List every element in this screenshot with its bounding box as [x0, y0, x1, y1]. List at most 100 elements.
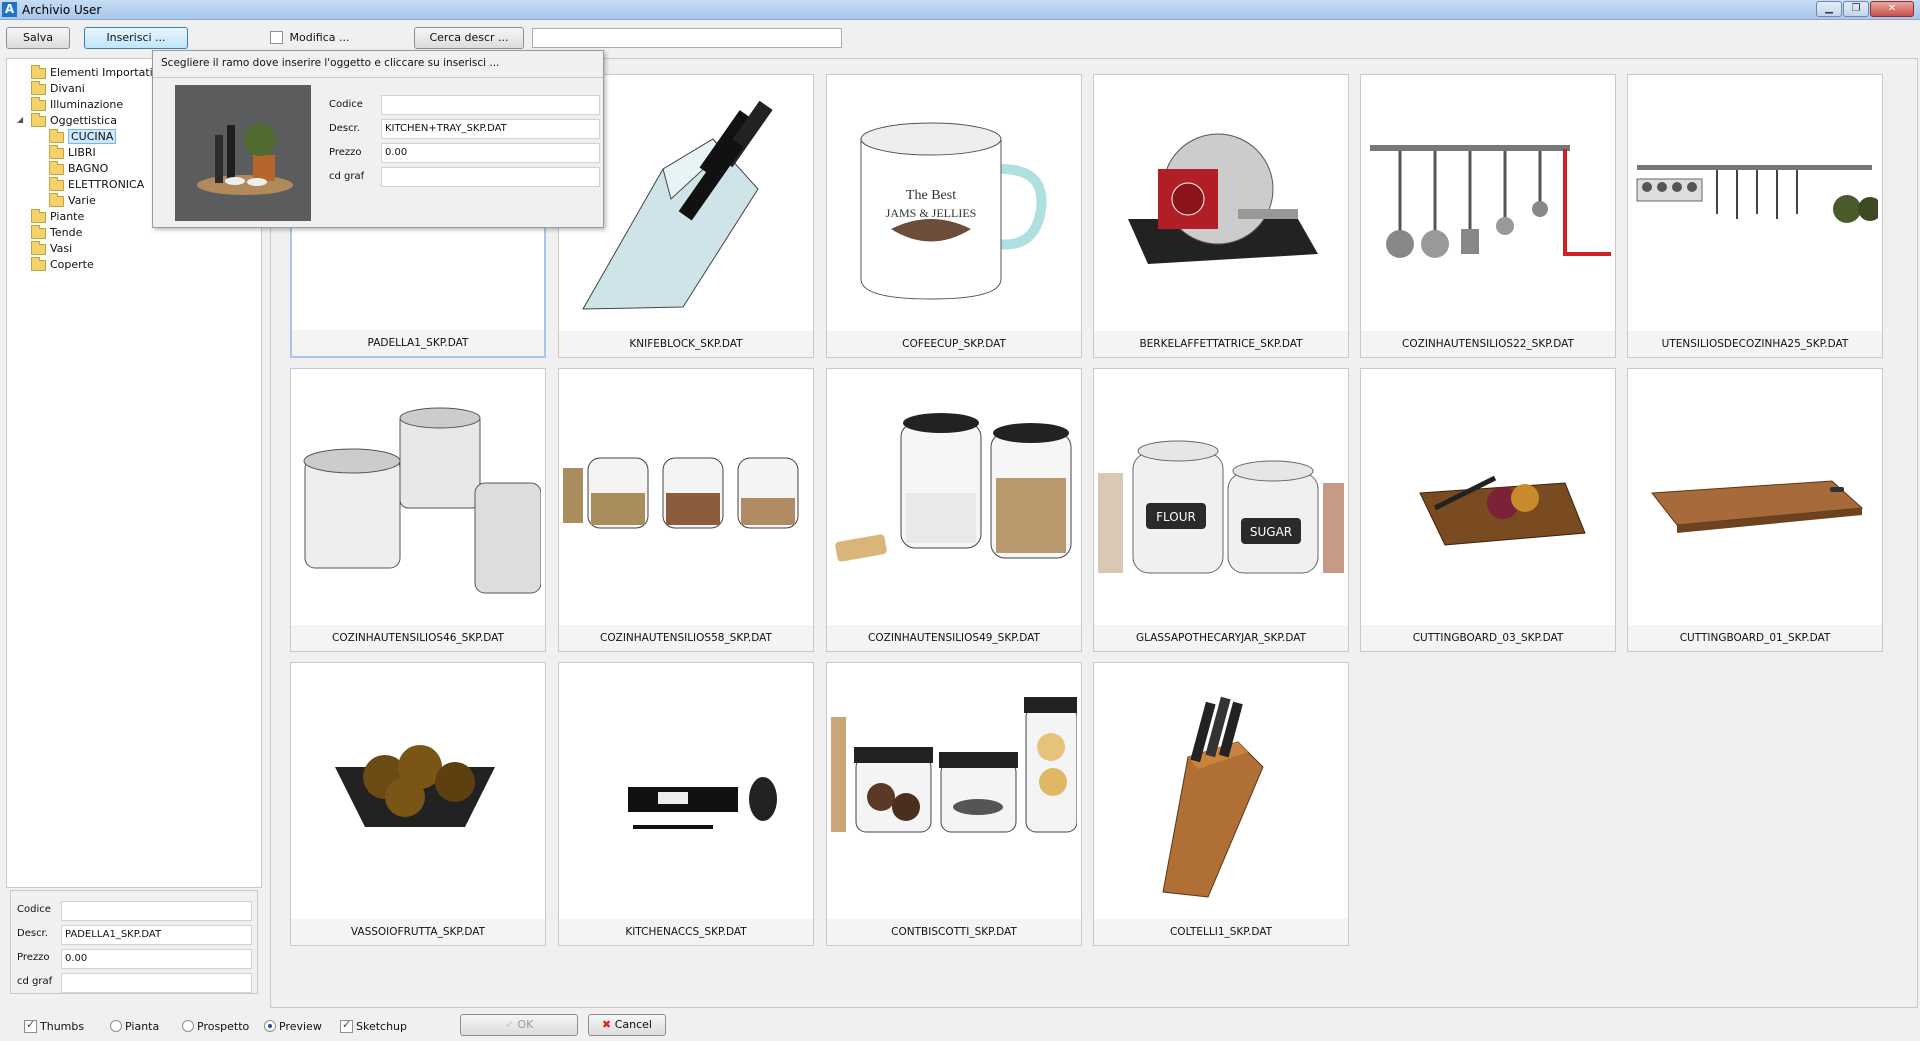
thumbnail-card[interactable]: COZINHAUTENSILIOS58_SKP.DAT	[558, 368, 814, 652]
thumbnail-caption: CUTTINGBOARD_01_SKP.DAT	[1628, 625, 1882, 651]
sketchup-checkbox-box[interactable]	[340, 1018, 353, 1033]
cutting-board-food-icon	[1419, 475, 1586, 546]
thumbnail-card[interactable]: COLTELLI1_SKP.DAT	[1093, 662, 1349, 946]
tree-item-libri[interactable]: LIBRI	[49, 144, 96, 161]
storage-jars-icon	[835, 413, 1072, 562]
tree-item-piante[interactable]: Piante	[31, 208, 84, 225]
thumbnail-card[interactable]: KITCHENACCS_SKP.DAT	[558, 662, 814, 946]
thumbnail-card[interactable]: COZINHAUTENSILIOS22_SKP.DAT	[1360, 74, 1616, 358]
thumbs-checkbox-box[interactable]	[24, 1018, 37, 1033]
cancel-button[interactable]: ✖ Cancel	[588, 1014, 666, 1036]
save-button[interactable]: Salva	[6, 27, 70, 49]
tree-item-bagno[interactable]: BAGNO	[49, 160, 108, 177]
kitchen-accessories-icon	[628, 777, 777, 829]
thumbnail-card[interactable]: CUTTINGBOARD_03_SKP.DAT	[1360, 368, 1616, 652]
thumbnail-card[interactable]: COZINHAUTENSILIOS46_SKP.DAT	[290, 368, 546, 652]
tree-item-elementi-importati[interactable]: Elementi Importati	[31, 64, 153, 81]
prospetto-radio[interactable]: Prospetto	[182, 1019, 249, 1033]
modify-checkbox[interactable]: Modifica ...	[270, 30, 349, 44]
folder-icon	[31, 208, 46, 223]
popup-descr-field[interactable]: KITCHEN+TRAY_SKP.DAT	[381, 119, 600, 139]
thumbnail-caption: COLTELLI1_SKP.DAT	[1094, 919, 1348, 945]
search-descr-button[interactable]: Cerca descr ...	[414, 27, 524, 49]
popup-prezzo-label: Prezzo	[329, 147, 362, 158]
thumbnail-caption: BERKELAFFETTATRICE_SKP.DAT	[1094, 331, 1348, 357]
thumbnail-card[interactable]: BERKELAFFETTATRICE_SKP.DAT	[1093, 74, 1349, 358]
prospetto-label: Prospetto	[197, 1019, 250, 1033]
search-input[interactable]	[532, 28, 842, 48]
folder-icon	[49, 192, 64, 207]
folder-icon	[31, 224, 46, 239]
tree-item-oggettistica[interactable]: Oggettistica	[31, 112, 117, 129]
ok-button[interactable]: ✓ OK	[460, 1014, 578, 1036]
open-folder-icon	[49, 128, 64, 143]
thumbnail-card[interactable]: CONTBISCOTTI_SKP.DAT	[826, 662, 1082, 946]
popup-divider	[153, 77, 603, 78]
thumbnail-card[interactable]: VASSOIOFRUTTA_SKP.DAT	[290, 662, 546, 946]
close-icon[interactable]: ✕	[1870, 1, 1914, 17]
codice-field[interactable]	[61, 901, 252, 921]
tree-item-cucina[interactable]: CUCINA	[49, 128, 117, 145]
window-controls: ▁ ❐ ✕	[1815, 1, 1914, 17]
insert-button[interactable]: Inserisci ...	[84, 27, 188, 49]
collapse-icon[interactable]: ◢	[17, 115, 23, 124]
thumbnail-card[interactable]: COZINHAUTENSILIOS49_SKP.DAT	[826, 368, 1082, 652]
preview-radio-circle[interactable]	[264, 1020, 276, 1032]
biscuit-jars-icon	[831, 697, 1077, 833]
sketchup-label: Sketchup	[356, 1019, 408, 1033]
insert-hint: Scegliere il ramo dove inserire l'oggett…	[161, 57, 500, 69]
cdgraf-label: cd graf	[17, 976, 53, 987]
thumbnail-caption: KITCHENACCS_SKP.DAT	[559, 919, 813, 945]
thumbnail-caption: KNIFEBLOCK_SKP.DAT	[559, 331, 813, 357]
thumbnail-caption: COZINHAUTENSILIOS49_SKP.DAT	[827, 625, 1081, 651]
apothecary-jars-icon: FLOUR SUGAR	[1098, 440, 1344, 574]
thumbnail-card[interactable]: The Best JAMS & JELLIES COFEECUP_SKP.DAT	[826, 74, 1082, 358]
tree-item-divani[interactable]: Divani	[31, 80, 85, 97]
prezzo-field[interactable]: 0.00	[61, 949, 252, 969]
popup-prezzo-field[interactable]: 0.00	[381, 143, 600, 163]
utensil-rail-2-icon	[1636, 165, 1878, 223]
thumbnail-card[interactable]: FLOUR SUGAR GLASSAPOTHECARYJAR_SKP.DAT	[1093, 368, 1349, 652]
tree-item-coperte[interactable]: Coperte	[31, 256, 94, 273]
folder-icon	[31, 64, 46, 79]
preview-radio[interactable]: Preview	[264, 1019, 322, 1033]
thumbs-checkbox[interactable]: Thumbs	[24, 1018, 85, 1033]
maximize-icon[interactable]: ❐	[1843, 1, 1869, 17]
thumbnail-caption: CUTTINGBOARD_03_SKP.DAT	[1361, 625, 1615, 651]
popup-codice-label: Codice	[329, 99, 363, 110]
thumbs-label: Thumbs	[40, 1019, 85, 1033]
descr-field[interactable]: PADELLA1_SKP.DAT	[61, 925, 252, 945]
minimize-icon[interactable]: ▁	[1816, 1, 1842, 17]
pianta-radio-circle[interactable]	[110, 1020, 122, 1032]
mug-text-2: JAMS & JELLIES	[886, 206, 977, 220]
thumbnail-card[interactable]: UTENSILIOSDECOZINHA25_SKP.DAT	[1627, 74, 1883, 358]
sketchup-checkbox[interactable]: Sketchup	[340, 1018, 408, 1033]
modify-checkbox-box[interactable]	[270, 30, 283, 44]
thumbnail-caption: VASSOIOFRUTTA_SKP.DAT	[291, 919, 545, 945]
popup-cdgraf-field[interactable]	[381, 167, 600, 187]
cdgraf-field[interactable]	[61, 973, 252, 993]
folder-icon	[31, 80, 46, 95]
pianta-radio[interactable]: Pianta	[110, 1019, 159, 1033]
tree-item-varie[interactable]: Varie	[49, 192, 96, 209]
sugar-label: SUGAR	[1250, 525, 1292, 539]
thumbnail-caption: COFEECUP_SKP.DAT	[827, 331, 1081, 357]
window-title: Archivio User	[22, 3, 102, 17]
tree-item-illuminazione[interactable]: Illuminazione	[31, 96, 123, 113]
popup-codice-field[interactable]	[381, 95, 600, 115]
utensil-rail-icon	[1370, 145, 1611, 258]
tree-item-vasi[interactable]: Vasi	[31, 240, 72, 257]
tree-item-tende[interactable]: Tende	[31, 224, 82, 241]
wood-knife-block-icon	[1162, 696, 1264, 898]
item-info-panel: Codice Descr. PADELLA1_SKP.DAT Prezzo 0.00…	[10, 890, 258, 994]
mug-icon: The Best JAMS & JELLIES	[860, 122, 1047, 300]
thumbnail-card[interactable]: CUTTINGBOARD_01_SKP.DAT	[1627, 368, 1883, 652]
ok-label: OK	[517, 1018, 534, 1031]
thumbnail-caption: CONTBISCOTTI_SKP.DAT	[827, 919, 1081, 945]
thumbnail-caption: COZINHAUTENSILIOS58_SKP.DAT	[559, 625, 813, 651]
folder-icon	[31, 96, 46, 111]
thumbnail-caption: COZINHAUTENSILIOS22_SKP.DAT	[1361, 331, 1615, 357]
prospetto-radio-circle[interactable]	[182, 1020, 194, 1032]
tree-item-elettronica[interactable]: ELETTRONICA	[49, 176, 144, 193]
folder-icon	[49, 176, 64, 191]
